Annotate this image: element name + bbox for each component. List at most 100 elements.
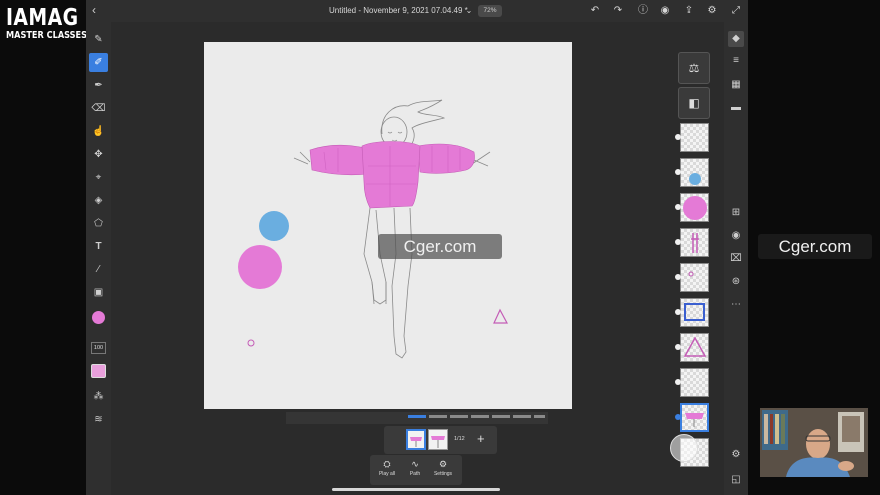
layer-visibility-dot[interactable] [675, 169, 681, 175]
path-icon: ∿ [411, 459, 419, 469]
layer-visibility-dot[interactable] [675, 239, 681, 245]
undo-icon[interactable]: ↶ [588, 4, 602, 18]
layer-visibility-dot[interactable] [675, 379, 681, 385]
document-title[interactable]: Untitled - November 9, 2021 07.04.49 * [329, 6, 468, 15]
face [387, 131, 403, 142]
path-button[interactable]: ∿ Path [402, 458, 428, 477]
jacket-body [361, 141, 421, 209]
settings-gear-icon[interactable]: ⚙ [705, 4, 719, 18]
settings-label: Settings [433, 471, 453, 477]
layer-visibility-dot[interactable] [675, 204, 681, 210]
layer-properties-icon[interactable]: ≡ [728, 53, 744, 69]
frame-counter: 1/12 [454, 436, 465, 442]
account-icon[interactable]: ◉ [658, 4, 672, 18]
fill-bucket-icon[interactable]: ◈ [89, 191, 108, 210]
timeline-tick[interactable] [534, 415, 545, 418]
timeline-tick[interactable] [513, 415, 531, 418]
frames-grid-icon[interactable]: ▦ [728, 77, 744, 93]
clipping-mask-icon[interactable]: ⌧ [728, 251, 744, 267]
fresco-app-window: ‹ Untitled - November 9, 2021 07.04.49 *… [86, 0, 748, 495]
frame-strip: 1/12 + [384, 426, 497, 454]
layer-visibility-dot[interactable] [675, 344, 681, 350]
animation-panel: ⛭ Play all ∿ Path ⚙ Settings [370, 455, 462, 485]
webcam-overlay [760, 408, 868, 477]
brand-title: IAMAG [6, 5, 79, 31]
brush-size-field[interactable]: 100 [91, 342, 106, 354]
fullscreen-icon[interactable]: ⤢ [729, 4, 743, 18]
live-brush-icon[interactable]: ✐ [89, 53, 108, 72]
more-options-icon[interactable]: ⋯ [728, 297, 744, 313]
layer-thumb-5[interactable] [680, 263, 709, 292]
brush-color-square[interactable] [91, 364, 106, 378]
right-sleeve [417, 143, 475, 174]
selection-lasso-icon[interactable]: ⌖ [89, 168, 108, 187]
pixel-brush-icon[interactable]: ✎ [89, 30, 108, 49]
shapes-icon[interactable]: ⬠ [89, 214, 108, 233]
right-panel-bar: ◆ ≡ ▦ ▬ ⊞ ◉ ⌧ ⊛ ⋯ ⚙ ◱ [724, 22, 748, 495]
right-boot [393, 335, 407, 359]
title-dropdown-chevron-icon[interactable]: ⌄ [462, 4, 476, 18]
play-all-button[interactable]: ⛭ Play all [374, 458, 400, 477]
drawing-canvas[interactable] [204, 42, 572, 409]
visibility-eye-icon[interactable]: ◉ [728, 228, 744, 244]
timeline-tick[interactable] [492, 415, 510, 418]
settings-gear-icon: ⚙ [438, 459, 448, 469]
layer-mask-icon[interactable]: ◧ [678, 87, 710, 119]
blend-mode-icon[interactable]: ⊛ [728, 274, 744, 290]
collapse-panel-icon[interactable]: ◱ [728, 472, 744, 488]
hair-lines [381, 99, 446, 147]
layer-thumb-3[interactable] [680, 193, 709, 222]
layers-icon[interactable]: ◆ [728, 31, 744, 47]
frame-thumb-current[interactable] [406, 429, 426, 450]
layer-visibility-dot[interactable] [675, 274, 681, 280]
timeline-tick[interactable] [450, 415, 468, 418]
zoom-level[interactable]: 72% [478, 5, 502, 17]
touch-modifier-circle[interactable] [670, 434, 698, 462]
eraser-icon[interactable]: ⌫ [89, 99, 108, 118]
play-all-label: Play all [378, 471, 396, 477]
watermark-center: Cger.com [378, 234, 502, 259]
eyedropper-icon[interactable]: ⁄ [89, 260, 108, 279]
help-icon[interactable]: ⓘ [636, 4, 650, 18]
place-image-icon[interactable]: ▣ [89, 283, 108, 302]
play-all-icon: ⛭ [383, 459, 391, 469]
redo-icon[interactable]: ↷ [611, 4, 625, 18]
smudge-icon[interactable]: ☝ [89, 122, 108, 141]
layer-thumb-2[interactable] [680, 158, 709, 187]
text-tool-icon[interactable]: T [89, 237, 108, 256]
add-frame-icon[interactable]: + [477, 431, 485, 446]
vector-brush-icon[interactable]: ✒ [89, 76, 108, 95]
layer-visibility-dot[interactable] [675, 414, 681, 420]
move-transform-icon[interactable]: ✥ [89, 145, 108, 164]
layer-thumb-1[interactable] [680, 123, 709, 152]
share-icon[interactable]: ⇪ [682, 4, 696, 18]
frame-thumb-next[interactable] [428, 429, 448, 450]
layer-actions-icon[interactable]: ⚙ [728, 447, 744, 463]
pink-triangle [493, 308, 509, 324]
layer-visibility-dot[interactable] [675, 134, 681, 140]
layer-visibility-dot[interactable] [675, 309, 681, 315]
home-indicator [332, 488, 500, 491]
layer-thumb-8[interactable] [680, 368, 709, 397]
layer-thumb-4[interactable] [680, 228, 709, 257]
back-chevron-icon[interactable]: ‹ [92, 3, 96, 17]
add-layer-icon[interactable]: ⊞ [728, 205, 744, 221]
color-swatch[interactable] [92, 311, 105, 324]
touch-shortcut-icon[interactable]: ≋ [89, 410, 108, 429]
settings-button[interactable]: ⚙ Settings [430, 458, 456, 477]
timeline-tick[interactable] [429, 415, 447, 418]
layer-thumb-9-selected[interactable] [680, 403, 709, 432]
watermark-right: Cger.com [758, 234, 872, 259]
frame-timeline[interactable] [286, 412, 548, 424]
timeline-tick-active[interactable] [408, 415, 426, 418]
layer-thumb-6[interactable] [680, 298, 709, 327]
brush-settings-icon[interactable]: ⁂ [89, 387, 108, 406]
comments-icon[interactable]: ▬ [728, 100, 744, 116]
layer-thumb-7[interactable] [680, 333, 709, 362]
left-hand [293, 151, 311, 165]
blue-circle [259, 211, 289, 241]
timeline-tick[interactable] [471, 415, 489, 418]
small-pink-ring [247, 339, 255, 347]
layer-properties-scale-icon[interactable]: ⚖ [678, 52, 710, 84]
screen: IAMAG MASTER CLASSES ‹ Untitled - Novemb… [0, 0, 880, 495]
